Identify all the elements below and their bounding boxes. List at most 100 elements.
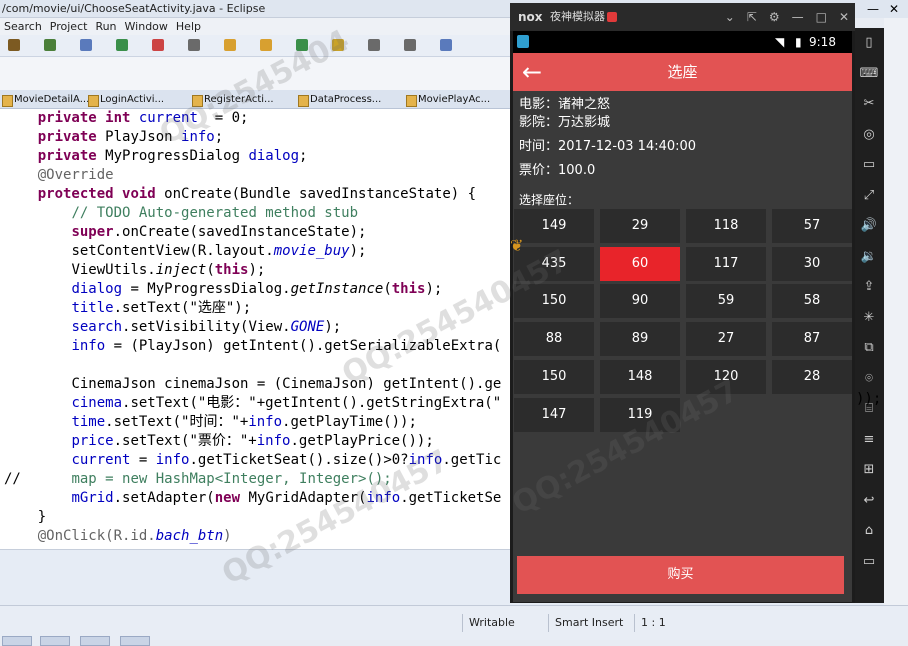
menu-item-run[interactable]: Run: [95, 18, 116, 35]
code-line: ViewUtils.inject(this);: [4, 261, 265, 280]
back-icon[interactable]: ↩: [859, 492, 879, 510]
scissors-icon[interactable]: ✂: [859, 95, 879, 113]
code-overflow: ));: [856, 391, 882, 407]
toolbar-button-icon[interactable]: [332, 39, 344, 51]
code-token: dialog: [248, 148, 300, 164]
fullscreen-icon[interactable]: ⤢: [859, 187, 879, 205]
code-line: CinemaJson cinemaJson = (CinemaJson) get…: [4, 375, 501, 394]
seat-cell[interactable]: 148: [600, 359, 680, 394]
menu-item-project[interactable]: Project: [50, 18, 88, 35]
seat-cell[interactable]: 57: [772, 209, 852, 243]
seat-cell[interactable]: 58: [772, 284, 852, 319]
phone-icon[interactable]: ▯: [859, 34, 879, 52]
toolbar-button-icon[interactable]: [152, 39, 164, 51]
menu-item-window[interactable]: Window: [125, 18, 168, 35]
seat-cell[interactable]: 88: [514, 322, 594, 357]
emulator-control-icon[interactable]: —: [792, 10, 804, 24]
taskbar-item[interactable]: [40, 636, 70, 646]
menu-item-search[interactable]: Search: [4, 18, 42, 35]
toolbar-button-icon[interactable]: [404, 39, 416, 51]
seat-cell[interactable]: 29: [600, 209, 680, 243]
menu-icon[interactable]: ≡: [859, 431, 879, 449]
seat-cell[interactable]: 147: [514, 397, 594, 432]
code-line: @Override: [4, 166, 114, 185]
code-token: getInstance: [290, 281, 384, 297]
writable-status: Writable: [462, 614, 542, 632]
code-token: @Override: [37, 167, 114, 183]
screen-icon[interactable]: ▭: [859, 156, 879, 174]
seat-cell[interactable]: 150: [514, 284, 594, 319]
seat-cell[interactable]: 119: [600, 397, 680, 432]
seat-cell[interactable]: 89: [600, 322, 680, 357]
multi-icon[interactable]: ⧉: [859, 339, 879, 357]
taskbar-item[interactable]: [2, 636, 32, 646]
toolbar-spacer: [0, 57, 510, 90]
editor-tab[interactable]: DataProcess...: [296, 92, 381, 108]
camera-icon[interactable]: ⌾: [859, 370, 879, 388]
seat-cell[interactable]: 87: [772, 322, 852, 357]
seat-cell[interactable]: 28: [772, 359, 852, 394]
shake-icon[interactable]: ✳: [859, 309, 879, 327]
toolbar-button-icon[interactable]: [260, 39, 272, 51]
editor-tab[interactable]: MovieDetailA...: [0, 92, 89, 108]
toolbar-button-icon[interactable]: [8, 39, 20, 51]
back-arrow-icon[interactable]: ←: [517, 57, 547, 87]
seat-cell[interactable]: 149: [514, 209, 594, 243]
volume-up-icon[interactable]: 🔊: [859, 217, 879, 235]
app-notification-icon: [517, 35, 529, 48]
code-token: .getTic: [442, 452, 502, 468]
home-icon[interactable]: ⌂: [859, 522, 879, 540]
menu-item-help[interactable]: Help: [176, 18, 201, 35]
emulator-control-icon[interactable]: ⌄: [725, 10, 735, 24]
code-line: dialog = MyProgressDialog.getInstance(th…: [4, 280, 442, 299]
toolbar-button-icon[interactable]: [80, 39, 92, 51]
seat-cell[interactable]: 150: [514, 359, 594, 394]
buy-button[interactable]: 购买: [517, 556, 844, 594]
toolbar-button-icon[interactable]: [188, 39, 200, 51]
emulator-control-icon[interactable]: ⚙: [769, 10, 780, 24]
code-token: = MyProgressDialog.: [122, 281, 291, 297]
seat-cell[interactable]: 27: [686, 322, 766, 357]
minimize-icon[interactable]: —: [867, 0, 879, 18]
seat-cell[interactable]: 30: [772, 246, 852, 281]
emulator-control-icon[interactable]: ⇱: [747, 10, 757, 24]
seat-cell[interactable]: 90: [600, 284, 680, 319]
close-icon[interactable]: ✕: [889, 0, 899, 18]
taskbar-item[interactable]: [80, 636, 110, 646]
keyboard-icon[interactable]: ⌨: [859, 65, 879, 83]
editor-tab[interactable]: LoginActivi...: [86, 92, 164, 108]
toolbar-button-icon[interactable]: [224, 39, 236, 51]
emulator-control-icon[interactable]: ✕: [839, 10, 849, 24]
toolbar-button-icon[interactable]: [44, 39, 56, 51]
seat-cell[interactable]: 117: [686, 246, 766, 281]
seat-cell[interactable]: 118: [686, 209, 766, 243]
toolbar-button-icon[interactable]: [440, 39, 452, 51]
taskbar-item[interactable]: [120, 636, 150, 646]
seat-cell[interactable]: 60: [600, 246, 680, 281]
toolbar-button-icon[interactable]: [296, 39, 308, 51]
code-token: info: [248, 414, 283, 430]
recent-icon[interactable]: ▭: [859, 553, 879, 571]
toolbar-button-icon[interactable]: [368, 39, 380, 51]
code-token: GONE: [290, 319, 325, 335]
apk-icon[interactable]: ⇪: [859, 278, 879, 296]
editor-tab[interactable]: MoviePlayAc...: [404, 92, 490, 108]
code-line: current = info.getTicketSeat().size()>0?…: [4, 451, 501, 470]
editor-tab[interactable]: RegisterActi...: [190, 92, 274, 108]
add-icon[interactable]: ⊞: [859, 461, 879, 479]
toolbar-button-icon[interactable]: [116, 39, 128, 51]
volume-down-icon[interactable]: 🔉: [859, 248, 879, 266]
seat-cell[interactable]: 120: [686, 359, 766, 394]
code-token: );: [425, 281, 443, 297]
code-line: }: [4, 508, 46, 527]
code-editor[interactable]: private int current = 0; private PlayJso…: [0, 109, 510, 549]
location-icon[interactable]: ◎: [859, 126, 879, 144]
seat-cell[interactable]: 435: [514, 246, 594, 281]
emulator-control-icon[interactable]: □: [816, 10, 827, 24]
code-token: current: [138, 110, 198, 126]
seat-cell[interactable]: 59: [686, 284, 766, 319]
nox-logo: nox: [518, 10, 543, 24]
